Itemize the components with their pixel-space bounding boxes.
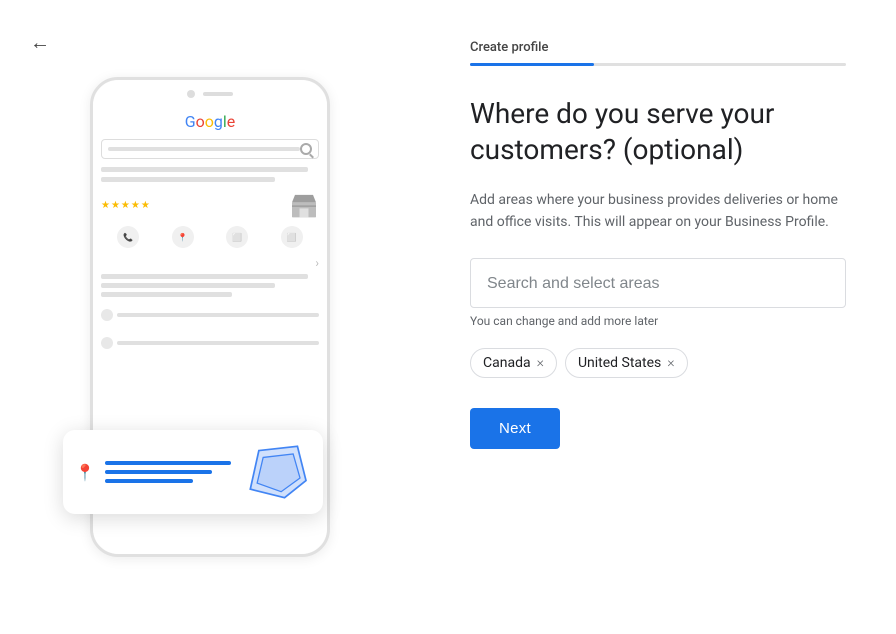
right-panel: Create profile Where do you serve your c… (420, 0, 896, 634)
next-button[interactable]: Next (470, 408, 560, 449)
progress-label: Create profile (470, 40, 846, 55)
phone-bottom-row (101, 305, 319, 325)
tag-united-states-remove[interactable]: × (667, 356, 674, 370)
left-panel: ← Google (0, 0, 420, 634)
action-icons: 📞 📍 ⬜ ⬜ (101, 226, 319, 248)
content-line (101, 274, 308, 279)
card-line (105, 470, 212, 474)
phone-row-line (117, 313, 319, 317)
phone-row-icon (101, 337, 113, 349)
search-input-wrapper[interactable] (470, 258, 846, 308)
phone-search-line (108, 147, 300, 151)
card-line (105, 461, 231, 465)
phone-row-line (117, 341, 319, 345)
action-icon-more: ⬜ (281, 226, 303, 248)
phone-content-lines (101, 167, 319, 182)
card-line (105, 479, 193, 483)
tag-canada-remove[interactable]: × (537, 356, 544, 370)
tag-canada-label: Canada (483, 355, 531, 371)
content-line (101, 167, 308, 172)
content-line (101, 283, 275, 288)
shop-icon (289, 190, 319, 220)
phone-mockup: Google ★★★★★ (90, 77, 330, 557)
phone-search-bar (101, 139, 319, 159)
phone-header (93, 80, 327, 104)
bottom-card: 📍 (63, 430, 323, 514)
page-title: Where do you serve your customers? (opti… (470, 96, 846, 169)
progress-bar-container: Create profile (470, 40, 846, 66)
google-logo: Google (101, 112, 319, 131)
tag-united-states-label: United States (578, 355, 661, 371)
more-lines (101, 274, 319, 297)
card-text-lines (105, 461, 231, 483)
action-icon-location: 📍 (172, 226, 194, 248)
progress-bar-fill (470, 63, 594, 66)
location-pin-icon: 📍 (75, 463, 95, 482)
action-icon-phone: 📞 (117, 226, 139, 248)
tag-canada: Canada × (470, 348, 557, 378)
tags-row: Canada × United States × (470, 348, 846, 378)
page-description: Add areas where your business provides d… (470, 189, 840, 234)
chevron-right: › (101, 256, 319, 270)
phone-speaker (203, 92, 233, 96)
search-helper-text: You can change and add more later (470, 314, 846, 328)
phone-bottom-row (101, 333, 319, 353)
phone-row-icon (101, 309, 113, 321)
stars-row: ★★★★★ (101, 190, 319, 220)
tag-united-states: United States × (565, 348, 688, 378)
back-arrow[interactable]: ← (30, 30, 50, 55)
phone-camera (187, 90, 195, 98)
search-input[interactable] (487, 275, 829, 293)
map-polygon-icon (241, 442, 311, 502)
content-line (101, 292, 232, 297)
action-icon-share: ⬜ (226, 226, 248, 248)
progress-bar-track (470, 63, 846, 66)
stars-display: ★★★★★ (101, 200, 151, 211)
content-line (101, 177, 275, 182)
phone-search-icon (300, 143, 312, 155)
